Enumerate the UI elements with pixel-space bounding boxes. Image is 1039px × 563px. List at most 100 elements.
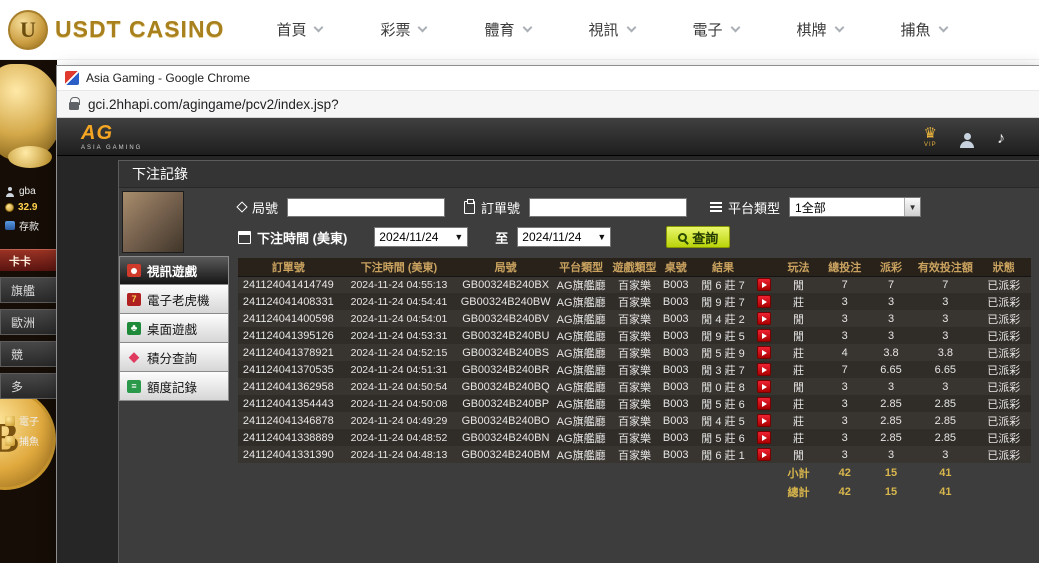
- music-icon[interactable]: ♪: [997, 130, 1005, 148]
- replay-button[interactable]: [757, 346, 771, 359]
- usdt-logo-icon: U: [8, 10, 48, 50]
- cell-order: 241124041338889: [238, 429, 339, 446]
- cell-valid-bet: 2.85: [914, 412, 976, 429]
- avatar: [122, 191, 184, 253]
- play-icon: [762, 299, 767, 305]
- cell-game: 百家樂: [610, 361, 658, 378]
- deposit-row[interactable]: 存款: [5, 218, 57, 233]
- lock-icon: [69, 102, 79, 110]
- replay-button[interactable]: [757, 278, 771, 291]
- cell-replay: [753, 412, 775, 429]
- site-header: U USDT CASINO 首頁 彩票 體育 視訊 電子 棋牌 捕魚: [0, 0, 1039, 60]
- replay-button[interactable]: [757, 414, 771, 427]
- deposit-label: 存款: [19, 218, 39, 233]
- sidebar-item-points-query[interactable]: ◆ 積分查詢: [119, 343, 229, 372]
- cell-payout: 6.65: [868, 361, 914, 378]
- replay-button[interactable]: [757, 295, 771, 308]
- username: gba: [19, 186, 36, 197]
- deposit-icon: [5, 221, 15, 230]
- crown-glyph: ♛: [924, 126, 937, 141]
- sidebar-item-live-games[interactable]: 視訊遊戲: [119, 256, 229, 285]
- cell-payout: 2.85: [868, 429, 914, 446]
- date-to-picker[interactable]: 2024/11/24 ▼: [517, 227, 611, 247]
- cell-payout: 3.8: [868, 344, 914, 361]
- date-to-value: 2024/11/24: [522, 230, 581, 244]
- replay-button[interactable]: [757, 363, 771, 376]
- order-number-input[interactable]: [529, 198, 687, 217]
- cell-result: 閒 5 莊 6: [693, 395, 753, 412]
- search-button[interactable]: 查詢: [666, 226, 730, 248]
- cell-status: 已派彩: [977, 310, 1031, 327]
- bet-table-body: 241124041414749 2024-11-24 04:55:13 GB00…: [238, 276, 1031, 463]
- cell-table: B003: [659, 429, 693, 446]
- nav-item-live[interactable]: 視訊: [589, 19, 635, 40]
- topbar-icons: ♛ VIP ♪: [924, 126, 1005, 148]
- window-titlebar[interactable]: Asia Gaming - Google Chrome: [57, 66, 1039, 90]
- customer-service-icon[interactable]: [959, 133, 975, 148]
- clipboard-icon: [464, 201, 475, 214]
- nav-label: 電子: [693, 19, 723, 40]
- lobby-item-flagship[interactable]: 旗艦: [0, 277, 57, 303]
- cell-valid-bet: 3: [914, 293, 976, 310]
- lobby-label: 競: [11, 346, 23, 363]
- round-number-input[interactable]: [287, 198, 445, 217]
- bet-time-label-group: 下注時間 (美東): [238, 228, 347, 247]
- chevron-down-icon: [730, 23, 740, 33]
- cell-result: 閒 5 莊 9: [693, 344, 753, 361]
- cell-order: 241124041370535: [238, 361, 339, 378]
- replay-button[interactable]: [757, 431, 771, 444]
- cell-payout: 3: [868, 293, 914, 310]
- lobby-item-europe[interactable]: 歐洲: [0, 309, 57, 335]
- cell-platform: AG旗艦廳: [552, 446, 610, 463]
- nav-item-lottery[interactable]: 彩票: [380, 19, 426, 40]
- date-from-picker[interactable]: 2024/11/24 ▼: [374, 227, 468, 247]
- cell-play: 閒: [775, 327, 821, 344]
- cell-bet: 7: [822, 276, 868, 293]
- nav-item-board-games[interactable]: 棋牌: [797, 19, 843, 40]
- play-icon: [762, 316, 767, 322]
- cell-bet: 3: [822, 310, 868, 327]
- slots-row[interactable]: 電子: [5, 413, 57, 428]
- subtotal-row: 小計 42 15 41: [238, 463, 1031, 482]
- nav-item-slots[interactable]: 電子: [693, 19, 739, 40]
- address-bar[interactable]: gci.2hhapi.com/agingame/pcv2/index.jsp?: [57, 90, 1039, 118]
- cell-result: 閒 6 莊 1: [693, 446, 753, 463]
- promo-banner[interactable]: 卡卡: [0, 249, 57, 271]
- chevron-down-icon: [314, 23, 324, 33]
- cell-payout: 3: [868, 446, 914, 463]
- cell-valid-bet: 3: [914, 378, 976, 395]
- vip-icon[interactable]: ♛ VIP: [924, 126, 937, 148]
- nav-item-sports[interactable]: 體育: [484, 19, 530, 40]
- total-bet: 42: [822, 482, 868, 501]
- cell-result: 閒 6 莊 7: [693, 276, 753, 293]
- replay-button[interactable]: [757, 380, 771, 393]
- cell-status: 已派彩: [977, 276, 1031, 293]
- nav-label: 首頁: [276, 19, 306, 40]
- cell-time: 2024-11-24 04:53:31: [339, 327, 460, 344]
- table-row: 241124041338889 2024-11-24 04:48:52 GB00…: [238, 429, 1031, 446]
- replay-button[interactable]: [757, 448, 771, 461]
- sidebar-item-table-games[interactable]: ♣ 桌面遊戲: [119, 314, 229, 343]
- sidebar-item-slot-machine[interactable]: 7 電子老虎機: [119, 285, 229, 314]
- subtotal-label: 小計: [775, 463, 821, 482]
- lobby-item-competition[interactable]: 競: [0, 341, 57, 367]
- date-dropdown-icon: ▼: [597, 232, 606, 242]
- replay-button[interactable]: [757, 329, 771, 342]
- replay-button[interactable]: [757, 312, 771, 325]
- cell-valid-bet: 3.8: [914, 344, 976, 361]
- sidebar-item-credit-records[interactable]: ≡ 額度記錄: [119, 372, 229, 401]
- cell-platform: AG旗艦廳: [552, 361, 610, 378]
- filter-row-1: 局號 訂單號 平台類型: [238, 197, 1031, 217]
- panel-main: 局號 訂單號 平台類型: [229, 188, 1039, 563]
- nav-item-fishing[interactable]: 捕魚: [901, 19, 947, 40]
- replay-button[interactable]: [757, 397, 771, 410]
- lobby-item-multi[interactable]: 多: [0, 373, 57, 399]
- cell-game: 百家樂: [610, 327, 658, 344]
- panel-sidebar: 視訊遊戲 7 電子老虎機 ♣ 桌面遊戲 ◆: [119, 188, 229, 563]
- cell-platform: AG旗艦廳: [552, 429, 610, 446]
- chevron-down-icon: [834, 23, 844, 33]
- fishing-row[interactable]: 捕魚: [5, 433, 57, 448]
- cell-time: 2024-11-24 04:49:29: [339, 412, 460, 429]
- nav-item-home[interactable]: 首頁: [276, 19, 322, 40]
- platform-type-select[interactable]: 1全部 ▼: [789, 197, 921, 217]
